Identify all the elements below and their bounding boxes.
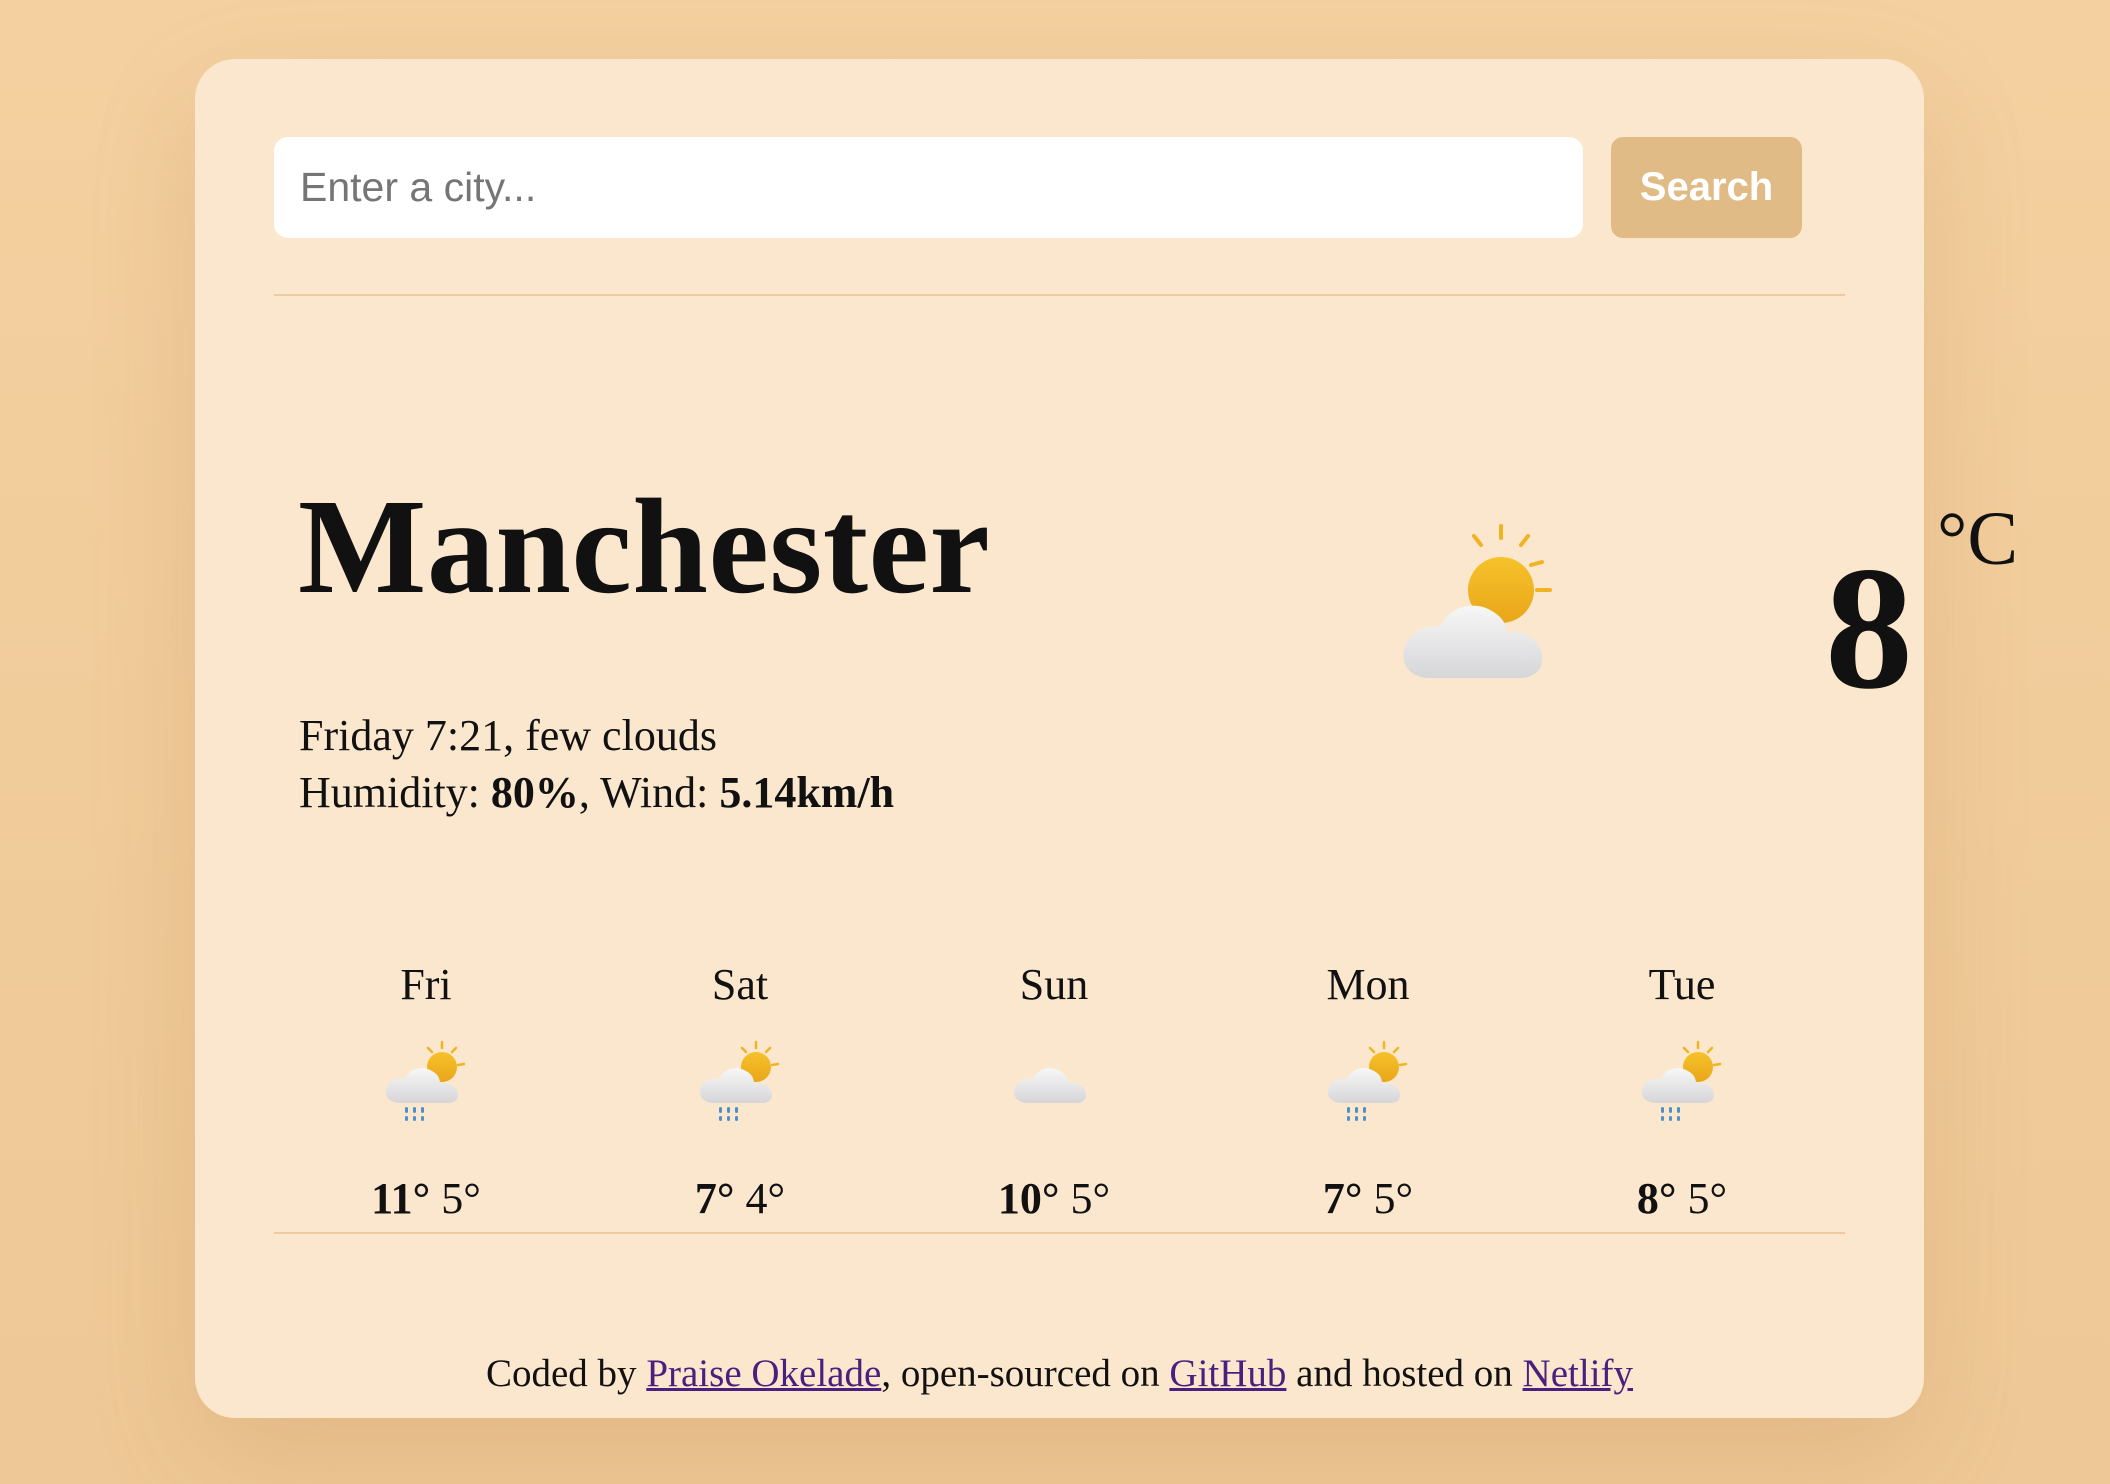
- top-divider: [274, 294, 1845, 296]
- weather-card: Search Manchester Friday 7:21, few cloud…: [195, 59, 2018, 1418]
- footer-between: and hosted on: [1286, 1352, 1523, 1395]
- city-name: Manchester: [298, 472, 991, 622]
- footer-middle: , open-sourced on: [881, 1352, 1170, 1395]
- forecast-max-temp: 7°: [694, 1174, 735, 1223]
- forecast-day-name: Mon: [1326, 960, 1410, 1009]
- rain-sun-icon: [378, 1037, 474, 1133]
- forecast-day: Mon 7° 5°: [1258, 955, 1478, 1227]
- forecast-day-name: Fri: [400, 960, 452, 1009]
- current-details: Friday 7:21, few clouds Humidity: 80%, W…: [299, 707, 894, 821]
- humidity-wind-line: Humidity: 80%, Wind: 5.14km/h: [299, 764, 894, 821]
- forecast-min-temp: 5°: [441, 1174, 481, 1223]
- wind-label: , Wind:: [578, 768, 720, 817]
- forecast-day-name: Sun: [1019, 960, 1089, 1009]
- forecast-day-name: Tue: [1648, 960, 1716, 1009]
- rain-sun-icon: [692, 1037, 788, 1133]
- forecast-day: Sun 10° 5°: [944, 955, 1164, 1227]
- city-search-input[interactable]: [274, 137, 1583, 238]
- few-clouds-day-icon: [1390, 524, 1556, 700]
- author-link[interactable]: Praise Okelade: [646, 1352, 881, 1395]
- temperature-unit: °C: [1937, 497, 2019, 581]
- search-form: Search: [274, 137, 1845, 238]
- search-button[interactable]: Search: [1611, 137, 1802, 238]
- github-link[interactable]: GitHub: [1169, 1352, 1286, 1395]
- forecast-min-temp: 5°: [1373, 1174, 1414, 1223]
- forecast-temperatures: 7° 4°: [630, 1171, 850, 1227]
- forecast-day: Tue 8° 5°: [1572, 955, 1792, 1227]
- rain-sun-icon: [1320, 1037, 1416, 1133]
- bottom-divider: [274, 1232, 1845, 1234]
- current-datetime-description: Friday 7:21, few clouds: [299, 711, 717, 760]
- forecast-min-temp: 5°: [1687, 1174, 1728, 1223]
- footer: Coded by Praise Okelade, open-sourced on…: [195, 1349, 1924, 1399]
- forecast-row: Fri 11° 5° Sat 7° 4° Sun 10° 5° Mon 7° 5…: [274, 955, 1845, 1235]
- humidity-value: 80%: [490, 768, 579, 817]
- forecast-day-name: Sat: [711, 960, 769, 1009]
- rain-sun-icon: [1634, 1037, 1730, 1133]
- footer-prefix: Coded by: [485, 1352, 647, 1395]
- forecast-max-temp: 10°: [997, 1174, 1060, 1223]
- forecast-min-temp: 5°: [1070, 1174, 1111, 1223]
- forecast-day: Fri 11° 5°: [316, 955, 536, 1227]
- forecast-temperatures: 11° 5°: [316, 1171, 536, 1227]
- forecast-temperatures: 8° 5°: [1572, 1171, 1792, 1227]
- forecast-temperatures: 10° 5°: [944, 1171, 1164, 1227]
- wind-value: 5.14km/h: [719, 768, 895, 817]
- forecast-max-temp: 7°: [1322, 1174, 1363, 1223]
- cloud-icon: [1006, 1037, 1102, 1133]
- forecast-max-temp: 11°: [371, 1174, 431, 1223]
- netlify-link[interactable]: Netlify: [1523, 1352, 1633, 1395]
- forecast-min-temp: 4°: [745, 1174, 786, 1223]
- forecast-day: Sat 7° 4°: [630, 955, 850, 1227]
- humidity-label: Humidity:: [299, 768, 491, 817]
- current-temperature: 8: [1825, 531, 1913, 726]
- forecast-temperatures: 7° 5°: [1258, 1171, 1478, 1227]
- forecast-max-temp: 8°: [1636, 1174, 1677, 1223]
